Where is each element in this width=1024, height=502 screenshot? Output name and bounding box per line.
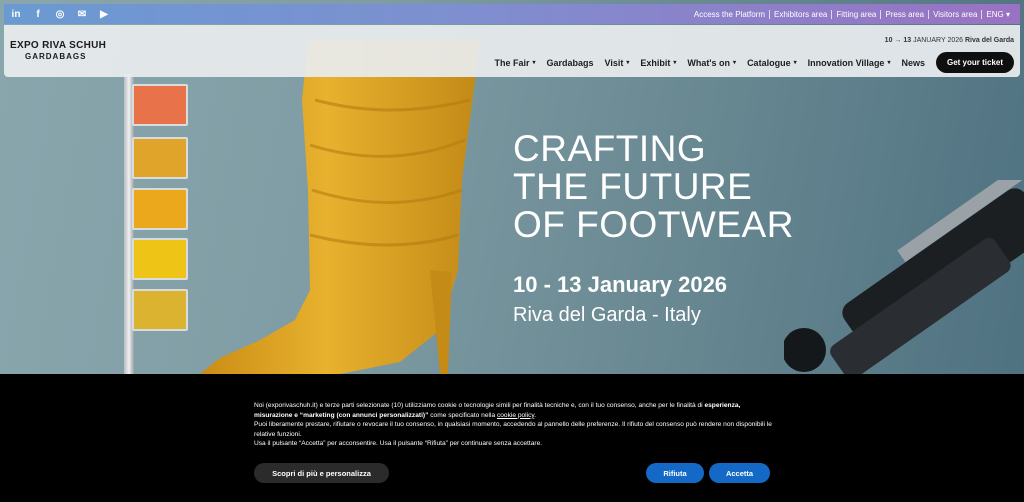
nav-item-catalogue[interactable]: Catalogue ▾: [747, 58, 797, 68]
chevron-down-icon: ▾: [532, 60, 536, 66]
hero-title: CRAFTING THE FUTURE OF FOOTWEAR: [513, 128, 794, 245]
accept-button[interactable]: Accetta: [709, 463, 770, 483]
color-swatch: [132, 238, 188, 280]
color-swatch: [132, 84, 188, 126]
utility-link-visitors-area[interactable]: Visitors area: [928, 9, 981, 19]
linkedin-icon[interactable]: in: [10, 9, 22, 20]
boot-image: [200, 40, 480, 374]
top-utility-bar: in f ◎ ✉ ▶ Access the Platform Exhibitors are…: [4, 4, 1020, 24]
color-swatch: [132, 188, 188, 230]
nav-item-visit[interactable]: Visit ▾: [605, 58, 630, 68]
youtube-icon[interactable]: ▶: [98, 9, 110, 20]
logo-subbrand: GARDABAGS: [25, 52, 87, 61]
utility-link-fitting-area[interactable]: Fitting area: [831, 9, 880, 19]
nav-item-exhibit[interactable]: Exhibit ▾: [640, 58, 676, 68]
social-links: in f ◎ ✉ ▶: [10, 9, 110, 20]
nav-item-label: Exhibit: [640, 57, 671, 68]
color-swatch: [132, 137, 188, 179]
nav-item-gardabags[interactable]: Gardabags: [546, 58, 593, 68]
utility-link-exhibitors-area[interactable]: Exhibitors area: [769, 9, 831, 19]
chevron-down-icon: ▾: [887, 60, 891, 66]
cookie-notice-text: Noi (exporivaschuh.it) e terze parti sel…: [254, 402, 772, 448]
cookie-banner: Noi (exporivaschuh.it) e terze parti sel…: [0, 374, 1024, 502]
utility-link-access-the-platform[interactable]: Access the Platform: [690, 10, 769, 19]
nav-item-innovation-village[interactable]: Innovation Village ▾: [808, 58, 891, 68]
reject-button[interactable]: Rifiuta: [646, 463, 704, 483]
chevron-down-icon: ▾: [673, 60, 677, 66]
color-swatch: [132, 289, 188, 331]
learn-more-customize-button[interactable]: Scopri di più e personalizza: [254, 463, 389, 483]
cookie-policy-link[interactable]: cookie policy: [497, 412, 534, 419]
utility-links: Access the Platform Exhibitors area Fittin…: [690, 9, 1014, 19]
event-dates: 10 → 13 JANUARY 2026 Riva del Garda: [884, 37, 1014, 44]
nav-item-what-s-on[interactable]: What's on ▾: [687, 58, 736, 68]
get-ticket-button[interactable]: Get your ticket: [935, 52, 1014, 73]
hero-location: Riva del Garda - Italy: [513, 304, 701, 326]
chevron-down-icon: ▾: [793, 60, 797, 66]
nav-item-label: What's on: [687, 57, 731, 68]
nav-item-the-fair[interactable]: The Fair ▾: [494, 58, 535, 68]
nav-item-label: The Fair: [494, 57, 530, 68]
logo-wordmark: EXPO RIVA SCHUH: [10, 40, 107, 51]
language-selector[interactable]: ENG ▾: [981, 9, 1014, 19]
nav-item-label: Catalogue: [747, 57, 791, 68]
nav-item-label: Gardabags: [546, 57, 594, 68]
site-logo[interactable]: EXPO RIVA SCHUH GARDABAGS: [10, 40, 106, 61]
instagram-icon[interactable]: ◎: [54, 9, 66, 20]
hero-date: 10 - 13 January 2026: [513, 272, 728, 297]
utility-link-press-area[interactable]: Press area: [880, 9, 928, 19]
nav-item-label: Innovation Village: [807, 57, 885, 68]
chevron-down-icon: ▾: [1003, 9, 1010, 19]
main-header: EXPO RIVA SCHUH GARDABAGS 10 → 13 JANUAR…: [4, 25, 1020, 77]
chevron-down-icon: ▾: [626, 60, 630, 66]
language-label: ENG: [986, 9, 1004, 19]
nav-item-label: News: [901, 57, 925, 68]
main-nav: The Fair ▾ Gardabags Visit ▾ Exhibit ▾ What's o…: [483, 52, 1014, 73]
hero-headline-block: CRAFTING THE FUTURE OF FOOTWEAR 10 - 13 …: [513, 130, 794, 327]
chevron-down-icon: ▾: [733, 60, 737, 66]
wechat-icon[interactable]: ✉: [76, 9, 88, 20]
nav-item-news[interactable]: News: [901, 58, 925, 68]
nav-item-label: Visit: [604, 57, 624, 68]
facebook-icon[interactable]: f: [32, 9, 44, 20]
microscope-image: [784, 180, 1024, 374]
